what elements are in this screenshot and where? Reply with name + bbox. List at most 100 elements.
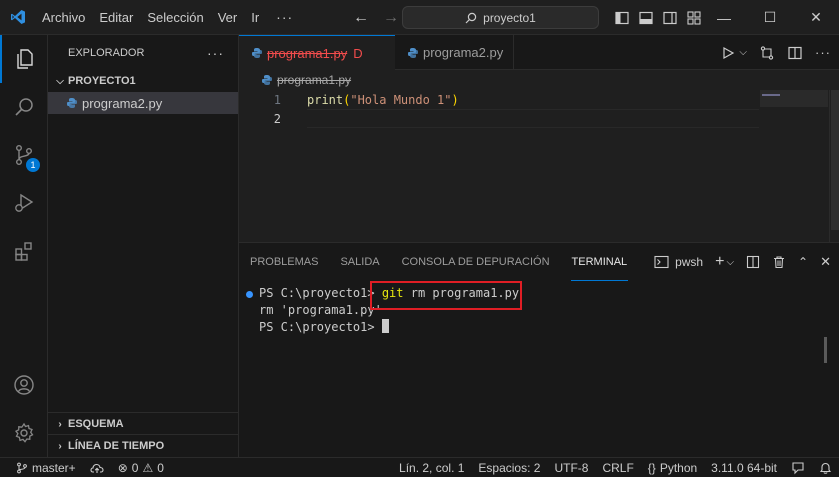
more-actions-icon[interactable]: ··· <box>815 45 831 60</box>
menu-bar: Archivo Editar Selección Ver Ir ··· <box>35 0 303 35</box>
warning-icon: ⚠ <box>142 460 154 475</box>
new-terminal-icon[interactable]: + <box>715 253 724 271</box>
terminal-scrollbar[interactable] <box>824 337 827 363</box>
code-line-1: print("Hola Mundo 1") <box>307 93 459 107</box>
chevron-right-icon: › <box>58 440 62 452</box>
extensions-icon[interactable] <box>0 227 48 275</box>
run-python-file-icon[interactable] <box>721 46 735 60</box>
run-debug-icon[interactable] <box>0 179 48 227</box>
feedback-icon[interactable] <box>784 458 812 477</box>
command-center-search[interactable]: proyecto1 <box>402 6 599 29</box>
command-decoration-dot[interactable] <box>246 291 253 298</box>
line-number: 1 <box>273 93 281 107</box>
customize-layout-icon[interactable] <box>686 10 702 26</box>
terminal-line-2: rm 'programa1.py' <box>259 303 382 317</box>
warning-count: 0 <box>157 460 164 475</box>
close-button[interactable]: ✕ <box>793 0 839 35</box>
deleted-flag: D <box>353 45 363 61</box>
tab-consola-depuracion[interactable]: CONSOLA DE DEPURACIÓN <box>401 243 551 281</box>
current-line-highlight <box>307 109 759 128</box>
window-controls: — ☐ ✕ <box>701 0 839 35</box>
outline-section[interactable]: › ESQUEMA <box>48 412 239 435</box>
menu-editar[interactable]: Editar <box>92 0 140 35</box>
indentation[interactable]: Espacios: 2 <box>471 458 547 477</box>
project-folder-name: PROYECTO1 <box>68 75 136 87</box>
python-interpreter[interactable]: 3.11.0 64-bit <box>704 458 784 477</box>
menu-ir[interactable]: Ir <box>244 0 266 35</box>
tab-label: programa1.py <box>267 45 348 61</box>
menu-seleccion[interactable]: Selección <box>140 0 210 35</box>
menu-archivo[interactable]: Archivo <box>35 0 92 35</box>
breadcrumb-file: programa1.py <box>277 73 352 87</box>
command-center-label: proyecto1 <box>483 10 536 25</box>
search-icon[interactable] <box>0 83 48 131</box>
editor-scrollbar[interactable] <box>829 90 839 242</box>
terminal-line-3: PS C:\proyecto1> <box>259 319 389 336</box>
chevron-down-icon[interactable]: ⌵ <box>726 257 734 268</box>
terminal[interactable]: PS C:\proyecto1> git rm programa1.py rm … <box>239 281 829 458</box>
sync-status[interactable] <box>83 458 111 477</box>
tab-programa2[interactable]: programa2.py <box>395 35 515 70</box>
source-control-icon[interactable]: 1 <box>0 131 48 179</box>
problems-status[interactable]: ⊗ 0 ⚠ 0 <box>111 458 171 477</box>
language-mode[interactable]: {} Python <box>641 458 704 477</box>
tab-problemas[interactable]: PROBLEMAS <box>249 243 319 281</box>
code-string: "Hola Mundo 1" <box>350 93 452 107</box>
tab-terminal[interactable]: TERMINAL <box>570 243 629 281</box>
status-right: Lín. 2, col. 1 Espacios: 2 UTF-8 CRLF {}… <box>392 458 839 477</box>
toggle-primary-sidebar-icon[interactable] <box>614 10 630 26</box>
breadcrumb[interactable]: programa1.py <box>239 70 351 90</box>
manage-gear-icon[interactable] <box>0 409 48 457</box>
split-editor-icon[interactable] <box>787 45 803 61</box>
bottom-panel: PROBLEMAS SALIDA CONSOLA DE DEPURACIÓN T… <box>239 242 839 457</box>
code-editor[interactable]: 1 2 print("Hola Mundo 1") <box>239 90 839 242</box>
python-file-icon <box>259 72 275 88</box>
python-file-icon <box>64 95 80 111</box>
git-branch-icon <box>17 462 27 473</box>
terminal-shell-button[interactable]: pwsh <box>654 255 703 269</box>
tab-programa1[interactable]: programa1.py D <box>239 35 395 70</box>
status-bar: master+ ⊗ 0 ⚠ 0 Lín. 2, col. 1 Espacios:… <box>0 457 839 477</box>
terminal-prompt: PS C:\proyecto1> <box>259 320 382 334</box>
chevron-right-icon: › <box>58 418 62 430</box>
back-arrow-icon[interactable]: ← <box>353 9 369 27</box>
close-panel-icon[interactable]: ✕ <box>820 254 831 270</box>
timeline-section[interactable]: › LÍNEA DE TIEMPO <box>48 434 239 457</box>
branch-status[interactable]: master+ <box>9 458 83 477</box>
editor-scrollbar-thumb[interactable] <box>831 90 839 230</box>
cursor-position[interactable]: Lín. 2, col. 1 <box>392 458 471 477</box>
minimize-button[interactable]: — <box>701 0 747 35</box>
menu-more-button[interactable]: ··· <box>266 0 303 35</box>
explorer-icon[interactable] <box>0 35 48 83</box>
outline-title: ESQUEMA <box>68 418 124 430</box>
notifications-bell-icon[interactable] <box>812 458 839 477</box>
terminal-shell-label: pwsh <box>675 255 704 269</box>
toggle-panel-icon[interactable] <box>638 10 654 26</box>
activity-bar: 1 <box>0 35 48 457</box>
chevron-down-icon[interactable]: ⌵ <box>739 47 747 58</box>
accounts-icon[interactable] <box>0 361 48 409</box>
menu-ver[interactable]: Ver <box>211 0 245 35</box>
encoding[interactable]: UTF-8 <box>547 458 595 477</box>
panel-actions: pwsh + ⌵ ⌃ ✕ <box>654 243 831 281</box>
end-of-line[interactable]: CRLF <box>595 458 640 477</box>
open-changes-icon[interactable] <box>759 45 775 61</box>
search-icon <box>465 12 477 23</box>
tab-salida[interactable]: SALIDA <box>339 243 380 281</box>
trash-icon[interactable] <box>772 255 786 269</box>
maximize-button[interactable]: ☐ <box>747 0 793 35</box>
toggle-secondary-sidebar-icon[interactable] <box>662 10 678 26</box>
error-icon: ⊗ <box>117 460 128 475</box>
minimap[interactable] <box>760 90 828 242</box>
navigation-arrows: ← → <box>353 0 399 35</box>
split-terminal-icon[interactable] <box>746 255 760 269</box>
command-highlight-box <box>370 281 522 310</box>
project-folder-header[interactable]: ⌵ PROYECTO1 <box>48 70 238 92</box>
minimap-slider[interactable] <box>760 90 828 107</box>
minimap-code-line <box>762 94 780 96</box>
chevron-up-icon[interactable]: ⌃ <box>798 255 808 269</box>
explorer-more-button[interactable]: ··· <box>207 45 224 61</box>
vscode-logo-icon <box>0 0 35 35</box>
forward-arrow-icon[interactable]: → <box>383 9 399 27</box>
file-item-programa2[interactable]: programa2.py <box>48 92 238 114</box>
